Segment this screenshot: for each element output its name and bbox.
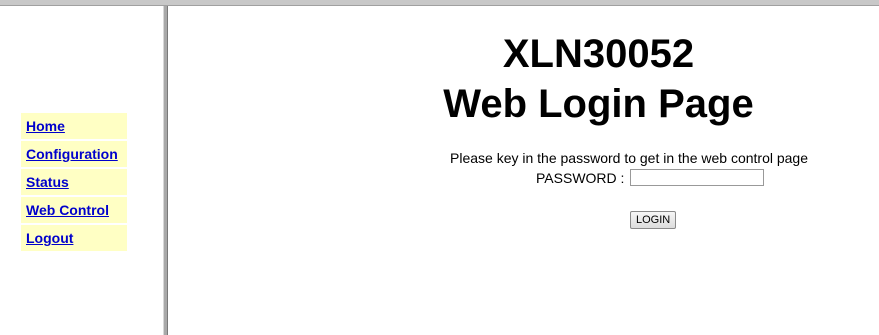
page-title: Web Login Page (443, 82, 754, 126)
nav-link-web-control[interactable]: Web Control (26, 202, 109, 218)
navigation-frame: Home Configuration Status Web Control Lo… (0, 6, 163, 335)
nav-item-web-control: Web Control (21, 197, 127, 223)
nav-link-logout[interactable]: Logout (26, 230, 73, 246)
nav-item-configuration: Configuration (21, 141, 127, 167)
nav-item-home: Home (21, 113, 127, 139)
nav-link-configuration[interactable]: Configuration (26, 146, 118, 162)
password-input[interactable] (630, 169, 765, 186)
nav-menu: Home Configuration Status Web Control Lo… (21, 113, 127, 253)
password-row: PASSWORD : (536, 169, 765, 186)
nav-item-logout: Logout (21, 225, 127, 251)
main-frame: XLN30052 Web Login Page Please key in th… (168, 6, 879, 335)
nav-link-home[interactable]: Home (26, 118, 65, 134)
device-model-title: XLN30052 (502, 32, 695, 76)
password-label: PASSWORD : (536, 169, 625, 186)
nav-link-status[interactable]: Status (26, 174, 69, 190)
nav-item-status: Status (21, 169, 127, 195)
login-instruction: Please key in the password to get in the… (450, 150, 808, 166)
login-button[interactable]: LOGIN (630, 211, 677, 229)
